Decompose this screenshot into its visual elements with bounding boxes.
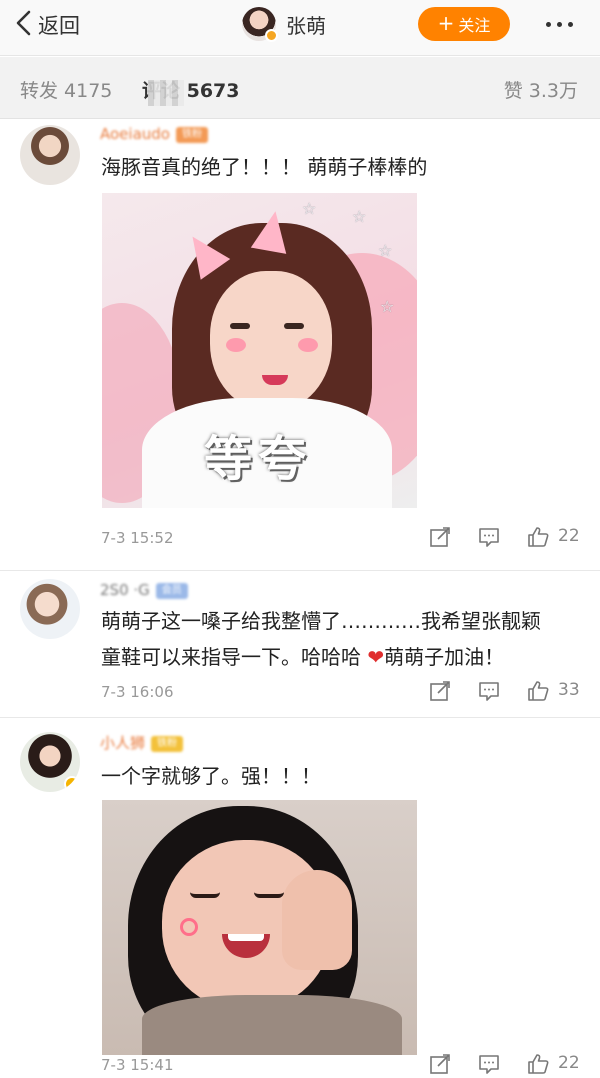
stats-bar: 转发 4175 评论 5673 赞 3.3万 (0, 57, 600, 119)
comment-actions: 22 (428, 1052, 588, 1076)
comment-item: 小人狮 铁粉 一个字就够了。强！！！ 7-3 15:41 22 (0, 718, 600, 1078)
verified-badge-icon (265, 29, 278, 42)
back-button[interactable]: 返回 (14, 10, 80, 40)
tab-repost[interactable]: 转发 4175 (20, 76, 112, 103)
back-label: 返回 (38, 14, 80, 38)
verified-badge-icon (64, 776, 80, 792)
comment-text-part: 童鞋可以来指导一下。哈哈哈 (101, 645, 368, 669)
comment-icon[interactable] (477, 525, 501, 549)
comment-actions: 22 (428, 525, 588, 549)
like-count: 22 (558, 1053, 580, 1073)
comment-item: Aoeiaudo 铁粉 海豚音真的绝了！！！ 萌萌子棒棒的 ☆ ☆ ☆ ☆ 等夸 … (0, 119, 600, 569)
comment-image[interactable] (102, 800, 417, 1055)
comment-text: 海豚音真的绝了！！！ 萌萌子棒棒的 (101, 155, 428, 179)
thumbs-up-icon[interactable] (526, 679, 550, 703)
image-caption: 等夸 (204, 431, 313, 487)
commenter-name[interactable]: Aoeiaudo 铁粉 (100, 125, 208, 143)
thumbs-up-icon[interactable] (526, 525, 550, 549)
top-nav-bar: 返回 张萌 + 关注 (0, 0, 600, 56)
like-count: 22 (558, 526, 580, 546)
plus-icon: + (437, 11, 455, 35)
commenter-name[interactable]: 小人狮 铁粉 (100, 732, 184, 753)
comment-actions: 33 (428, 679, 588, 703)
comment-image[interactable]: ☆ ☆ ☆ ☆ 等夸 (102, 193, 417, 508)
avatar[interactable] (20, 732, 80, 792)
avatar[interactable] (242, 7, 278, 42)
heart-icon: ❤ (367, 645, 385, 669)
like-count: 33 (558, 680, 580, 700)
comment-time: 7-3 15:41 (101, 1056, 174, 1074)
comment-text-part: 萌萌子加油！ (384, 645, 505, 669)
follow-button[interactable]: + 关注 (418, 7, 510, 41)
avatar[interactable] (20, 125, 80, 185)
comment-time: 7-3 15:52 (101, 529, 174, 547)
follow-label: 关注 (458, 16, 491, 35)
share-icon[interactable] (428, 525, 452, 549)
comment-time: 7-3 16:06 (101, 683, 174, 701)
comment-item: 2S0 ·G 会员 萌萌子这一嗓子给我整懵了…………我希望张靓颖 童鞋可以来指导一… (0, 571, 600, 717)
comment-text: 一个字就够了。强！！！ (101, 764, 321, 788)
page-title: 张萌 (286, 13, 326, 38)
share-icon[interactable] (428, 1052, 452, 1076)
blur-overlay (148, 80, 184, 106)
thumbs-up-icon[interactable] (526, 1052, 550, 1076)
comment-text: 萌萌子这一嗓子给我整懵了…………我希望张靓颖 童鞋可以来指导一下。哈哈哈 ❤萌萌… (101, 603, 541, 675)
commenter-name[interactable]: 2S0 ·G 会员 (100, 581, 188, 599)
more-options-icon[interactable] (546, 12, 573, 36)
share-icon[interactable] (428, 679, 452, 703)
chevron-left-icon (14, 10, 34, 41)
comment-text-line-1: 萌萌子这一嗓子给我整懵了…………我希望张靓颖 (101, 609, 541, 633)
header-user[interactable]: 张萌 (242, 6, 326, 42)
tab-likes[interactable]: 赞 3.3万 (504, 76, 578, 103)
comment-icon[interactable] (477, 679, 501, 703)
avatar[interactable] (20, 579, 80, 639)
comment-text-line-2: 童鞋可以来指导一下。哈哈哈 ❤萌萌子加油！ (101, 639, 541, 675)
comment-icon[interactable] (477, 1052, 501, 1076)
